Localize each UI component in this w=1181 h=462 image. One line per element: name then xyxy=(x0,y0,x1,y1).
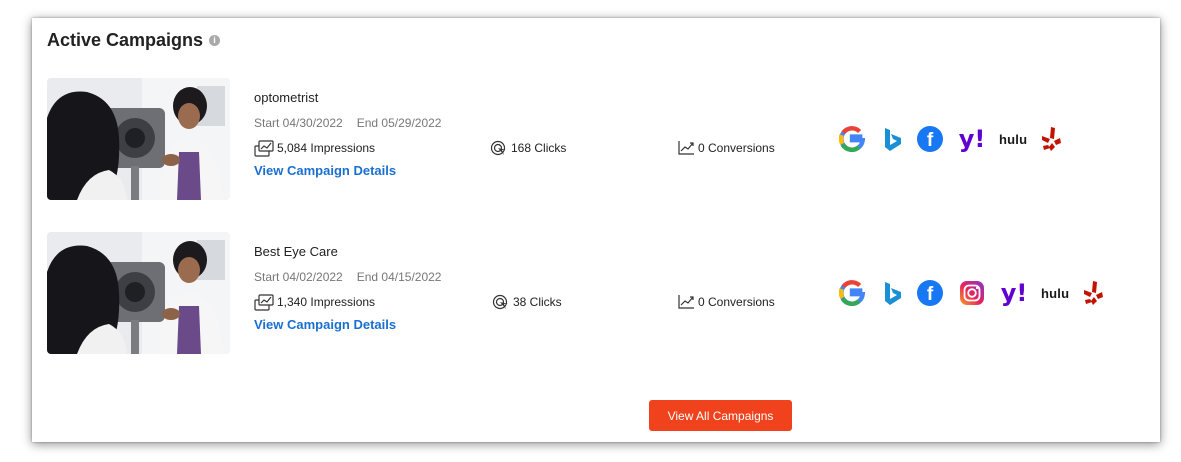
active-campaigns-panel: Active Campaigns i optometrist Start 04/… xyxy=(32,18,1160,442)
view-all-campaigns-button[interactable]: View All Campaigns xyxy=(649,400,792,431)
facebook-icon: f xyxy=(917,126,943,152)
campaign-channels: f y! hulu xyxy=(839,278,1104,308)
facebook-logo-text: f xyxy=(917,280,943,306)
campaign-dates: Start 04/30/2022 End 05/29/2022 xyxy=(254,116,441,130)
conversions-icon xyxy=(678,140,695,155)
yahoo-icon: y! xyxy=(958,125,986,153)
impressions-value: 1,340 Impressions xyxy=(277,295,376,309)
view-campaign-details-link[interactable]: View Campaign Details xyxy=(254,317,396,332)
clicks-metric: 168 Clicks xyxy=(490,139,566,157)
panel-title: Active Campaigns i xyxy=(47,30,221,51)
clicks-value: 168 Clicks xyxy=(511,141,567,155)
clicks-value: 38 Clicks xyxy=(513,295,562,309)
conversions-metric: 0 Conversions xyxy=(677,293,775,311)
clicks-metric: 38 Clicks xyxy=(492,293,562,311)
campaign-name: optometrist xyxy=(254,90,319,105)
conversions-metric: 0 Conversions xyxy=(677,139,775,157)
campaign-start-date: Start 04/02/2022 xyxy=(254,270,343,284)
panel-title-text: Active Campaigns xyxy=(47,30,204,50)
campaign-thumbnail xyxy=(47,78,230,200)
yelp-icon xyxy=(1041,126,1062,152)
campaign-channels: f y! hulu xyxy=(839,124,1062,154)
clicks-icon xyxy=(492,294,509,310)
yelp-icon xyxy=(1083,280,1104,306)
impressions-icon xyxy=(254,294,274,311)
campaign-thumbnail xyxy=(47,232,230,354)
bing-icon xyxy=(881,126,903,153)
campaign-dates: Start 04/02/2022 End 04/15/2022 xyxy=(254,270,441,284)
clicks-icon xyxy=(490,140,507,156)
facebook-icon: f xyxy=(917,280,943,306)
conversions-icon xyxy=(678,294,695,309)
campaign-row: Best Eye Care Start 04/02/2022 End 04/15/… xyxy=(32,232,1160,356)
bing-icon xyxy=(881,280,903,307)
campaign-row: optometrist Start 04/30/2022 End 05/29/20… xyxy=(32,78,1160,202)
impressions-metric: 1,340 Impressions xyxy=(254,293,375,311)
google-icon xyxy=(839,280,865,306)
campaign-name: Best Eye Care xyxy=(254,244,338,259)
campaign-end-date: End 04/15/2022 xyxy=(356,270,442,284)
instagram-icon xyxy=(959,280,985,306)
hulu-icon: hulu xyxy=(1041,285,1070,301)
conversions-value: 0 Conversions xyxy=(698,141,775,155)
campaign-start-date: Start 04/30/2022 xyxy=(254,116,343,130)
yahoo-icon: y! xyxy=(1000,279,1028,307)
facebook-logo-text: f xyxy=(917,126,943,152)
hulu-icon: hulu xyxy=(999,131,1028,147)
view-campaign-details-link[interactable]: View Campaign Details xyxy=(254,163,396,178)
info-icon[interactable]: i xyxy=(209,35,221,46)
impressions-value: 5,084 Impressions xyxy=(277,141,376,155)
conversions-value: 0 Conversions xyxy=(698,295,775,309)
campaign-end-date: End 05/29/2022 xyxy=(356,116,442,130)
impressions-metric: 5,084 Impressions xyxy=(254,139,375,157)
impressions-icon xyxy=(254,140,274,157)
google-icon xyxy=(839,126,865,152)
